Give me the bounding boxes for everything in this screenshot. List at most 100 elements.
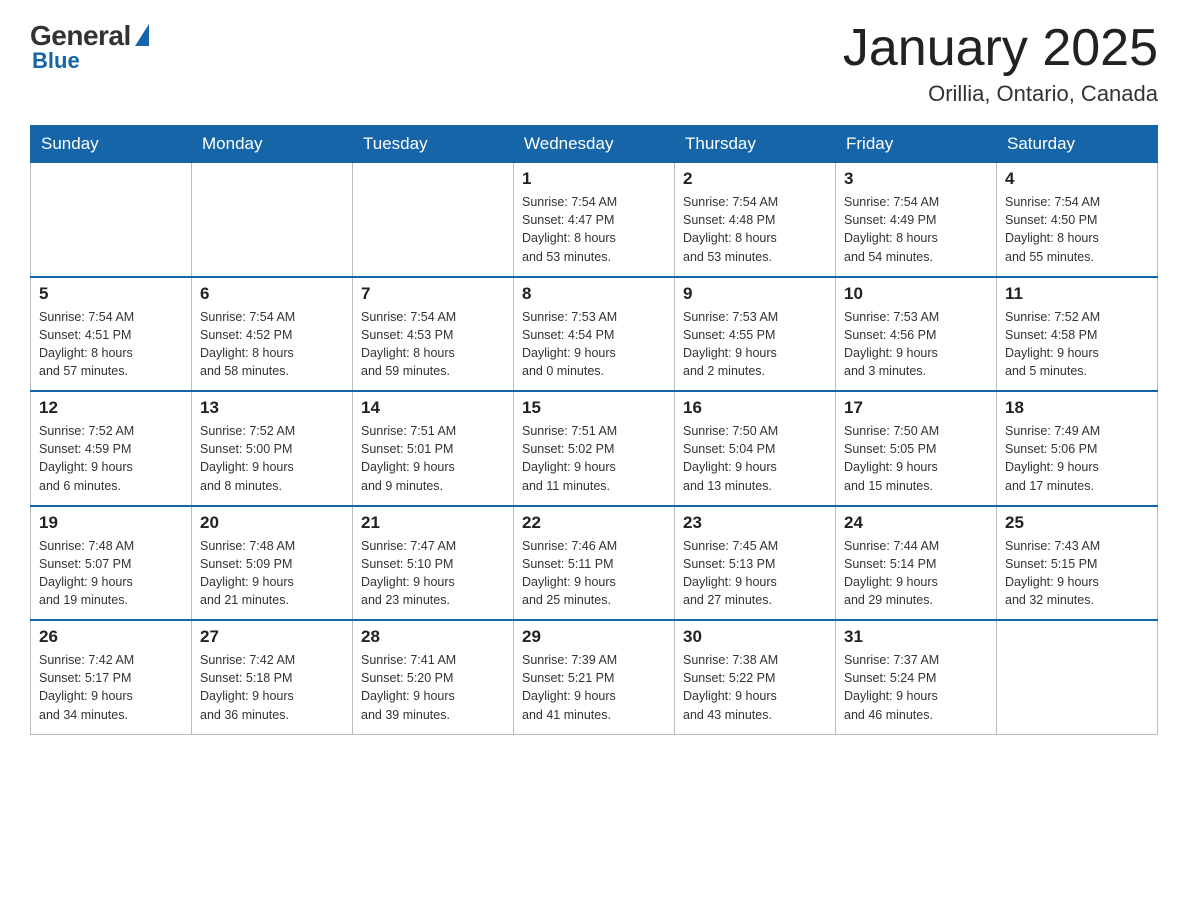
day-info: Sunrise: 7:54 AMSunset: 4:52 PMDaylight:… xyxy=(200,308,344,381)
day-number: 7 xyxy=(361,284,505,304)
day-info: Sunrise: 7:42 AMSunset: 5:18 PMDaylight:… xyxy=(200,651,344,724)
day-header-monday: Monday xyxy=(192,126,353,163)
day-number: 6 xyxy=(200,284,344,304)
calendar-day-cell: 5Sunrise: 7:54 AMSunset: 4:51 PMDaylight… xyxy=(31,277,192,392)
day-number: 29 xyxy=(522,627,666,647)
day-number: 30 xyxy=(683,627,827,647)
day-number: 20 xyxy=(200,513,344,533)
day-info: Sunrise: 7:53 AMSunset: 4:54 PMDaylight:… xyxy=(522,308,666,381)
calendar-day-cell: 2 Sunrise: 7:54 AMSunset: 4:48 PMDaylight… xyxy=(675,163,836,277)
calendar-day-cell: 30 Sunrise: 7:38 AMSunset: 5:22 PMDayligh… xyxy=(675,620,836,734)
day-info: Sunrise: 7:54 AMSunset: 4:47 PMDaylight:… xyxy=(522,193,666,266)
day-info: Sunrise: 7:54 AMSunset: 4:51 PMDaylight:… xyxy=(39,308,183,381)
logo: General Blue xyxy=(30,20,149,74)
day-number: 16 xyxy=(683,398,827,418)
day-info: Sunrise: 7:53 AMSunset: 4:56 PMDaylight:… xyxy=(844,308,988,381)
calendar-day-cell: 28 Sunrise: 7:41 AMSunset: 5:20 PMDayligh… xyxy=(353,620,514,734)
calendar-week-row: 1Sunrise: 7:54 AMSunset: 4:47 PMDaylight… xyxy=(31,163,1158,277)
calendar-day-cell: 22 Sunrise: 7:46 AMSunset: 5:11 PMDayligh… xyxy=(514,506,675,621)
day-number: 21 xyxy=(361,513,505,533)
day-header-thursday: Thursday xyxy=(675,126,836,163)
day-info: Sunrise: 7:47 AMSunset: 5:10 PMDaylight:… xyxy=(361,537,505,610)
day-header-tuesday: Tuesday xyxy=(353,126,514,163)
calendar-day-cell: 1Sunrise: 7:54 AMSunset: 4:47 PMDaylight… xyxy=(514,163,675,277)
day-number: 26 xyxy=(39,627,183,647)
calendar-day-cell: 15 Sunrise: 7:51 AMSunset: 5:02 PMDayligh… xyxy=(514,391,675,506)
day-info: Sunrise: 7:52 AMSunset: 5:00 PMDaylight:… xyxy=(200,422,344,495)
day-number: 9 xyxy=(683,284,827,304)
logo-triangle-icon xyxy=(135,24,149,46)
calendar-day-cell: 17Sunrise: 7:50 AMSunset: 5:05 PMDayligh… xyxy=(836,391,997,506)
day-number: 15 xyxy=(522,398,666,418)
calendar-week-row: 19Sunrise: 7:48 AMSunset: 5:07 PMDayligh… xyxy=(31,506,1158,621)
calendar-day-cell xyxy=(353,163,514,277)
day-number: 28 xyxy=(361,627,505,647)
day-number: 18 xyxy=(1005,398,1149,418)
calendar-day-cell xyxy=(192,163,353,277)
calendar-day-cell: 7 Sunrise: 7:54 AMSunset: 4:53 PMDaylight… xyxy=(353,277,514,392)
day-number: 4 xyxy=(1005,169,1149,189)
day-info: Sunrise: 7:48 AMSunset: 5:09 PMDaylight:… xyxy=(200,537,344,610)
day-info: Sunrise: 7:50 AMSunset: 5:04 PMDaylight:… xyxy=(683,422,827,495)
calendar-day-cell: 20 Sunrise: 7:48 AMSunset: 5:09 PMDayligh… xyxy=(192,506,353,621)
day-number: 14 xyxy=(361,398,505,418)
day-info: Sunrise: 7:44 AMSunset: 5:14 PMDaylight:… xyxy=(844,537,988,610)
calendar-day-cell: 3Sunrise: 7:54 AMSunset: 4:49 PMDaylight… xyxy=(836,163,997,277)
page-header: General Blue January 2025 Orillia, Ontar… xyxy=(30,20,1158,107)
day-info: Sunrise: 7:46 AMSunset: 5:11 PMDaylight:… xyxy=(522,537,666,610)
calendar-table: SundayMondayTuesdayWednesdayThursdayFrid… xyxy=(30,125,1158,735)
calendar-day-cell: 9 Sunrise: 7:53 AMSunset: 4:55 PMDaylight… xyxy=(675,277,836,392)
month-title: January 2025 xyxy=(843,20,1158,77)
day-number: 27 xyxy=(200,627,344,647)
title-block: January 2025 Orillia, Ontario, Canada xyxy=(843,20,1158,107)
day-header-wednesday: Wednesday xyxy=(514,126,675,163)
day-info: Sunrise: 7:54 AMSunset: 4:50 PMDaylight:… xyxy=(1005,193,1149,266)
logo-blue-text: Blue xyxy=(32,48,80,74)
day-number: 11 xyxy=(1005,284,1149,304)
day-number: 17 xyxy=(844,398,988,418)
calendar-day-cell: 21 Sunrise: 7:47 AMSunset: 5:10 PMDayligh… xyxy=(353,506,514,621)
calendar-day-cell: 23 Sunrise: 7:45 AMSunset: 5:13 PMDayligh… xyxy=(675,506,836,621)
day-number: 13 xyxy=(200,398,344,418)
calendar-day-cell: 19Sunrise: 7:48 AMSunset: 5:07 PMDayligh… xyxy=(31,506,192,621)
day-number: 22 xyxy=(522,513,666,533)
day-info: Sunrise: 7:54 AMSunset: 4:53 PMDaylight:… xyxy=(361,308,505,381)
day-info: Sunrise: 7:53 AMSunset: 4:55 PMDaylight:… xyxy=(683,308,827,381)
day-info: Sunrise: 7:42 AMSunset: 5:17 PMDaylight:… xyxy=(39,651,183,724)
calendar-day-cell xyxy=(997,620,1158,734)
location-text: Orillia, Ontario, Canada xyxy=(843,81,1158,107)
day-header-friday: Friday xyxy=(836,126,997,163)
day-info: Sunrise: 7:45 AMSunset: 5:13 PMDaylight:… xyxy=(683,537,827,610)
calendar-day-cell: 24 Sunrise: 7:44 AMSunset: 5:14 PMDayligh… xyxy=(836,506,997,621)
day-number: 31 xyxy=(844,627,988,647)
calendar-day-cell: 26 Sunrise: 7:42 AMSunset: 5:17 PMDayligh… xyxy=(31,620,192,734)
day-info: Sunrise: 7:52 AMSunset: 4:59 PMDaylight:… xyxy=(39,422,183,495)
day-number: 8 xyxy=(522,284,666,304)
day-info: Sunrise: 7:51 AMSunset: 5:02 PMDaylight:… xyxy=(522,422,666,495)
day-number: 23 xyxy=(683,513,827,533)
day-info: Sunrise: 7:49 AMSunset: 5:06 PMDaylight:… xyxy=(1005,422,1149,495)
day-number: 10 xyxy=(844,284,988,304)
day-info: Sunrise: 7:54 AMSunset: 4:48 PMDaylight:… xyxy=(683,193,827,266)
calendar-day-cell: 18 Sunrise: 7:49 AMSunset: 5:06 PMDayligh… xyxy=(997,391,1158,506)
day-info: Sunrise: 7:38 AMSunset: 5:22 PMDaylight:… xyxy=(683,651,827,724)
calendar-day-cell: 4 Sunrise: 7:54 AMSunset: 4:50 PMDaylight… xyxy=(997,163,1158,277)
day-number: 2 xyxy=(683,169,827,189)
day-number: 24 xyxy=(844,513,988,533)
day-info: Sunrise: 7:41 AMSunset: 5:20 PMDaylight:… xyxy=(361,651,505,724)
day-number: 12 xyxy=(39,398,183,418)
calendar-week-row: 5Sunrise: 7:54 AMSunset: 4:51 PMDaylight… xyxy=(31,277,1158,392)
calendar-day-cell: 25Sunrise: 7:43 AMSunset: 5:15 PMDayligh… xyxy=(997,506,1158,621)
calendar-day-cell: 6 Sunrise: 7:54 AMSunset: 4:52 PMDaylight… xyxy=(192,277,353,392)
calendar-day-cell: 13 Sunrise: 7:52 AMSunset: 5:00 PMDayligh… xyxy=(192,391,353,506)
day-number: 3 xyxy=(844,169,988,189)
day-number: 19 xyxy=(39,513,183,533)
day-header-saturday: Saturday xyxy=(997,126,1158,163)
calendar-day-cell: 14 Sunrise: 7:51 AMSunset: 5:01 PMDayligh… xyxy=(353,391,514,506)
calendar-week-row: 12 Sunrise: 7:52 AMSunset: 4:59 PMDayligh… xyxy=(31,391,1158,506)
calendar-day-cell: 11Sunrise: 7:52 AMSunset: 4:58 PMDayligh… xyxy=(997,277,1158,392)
day-info: Sunrise: 7:51 AMSunset: 5:01 PMDaylight:… xyxy=(361,422,505,495)
calendar-day-cell: 29 Sunrise: 7:39 AMSunset: 5:21 PMDayligh… xyxy=(514,620,675,734)
day-info: Sunrise: 7:39 AMSunset: 5:21 PMDaylight:… xyxy=(522,651,666,724)
calendar-day-cell xyxy=(31,163,192,277)
